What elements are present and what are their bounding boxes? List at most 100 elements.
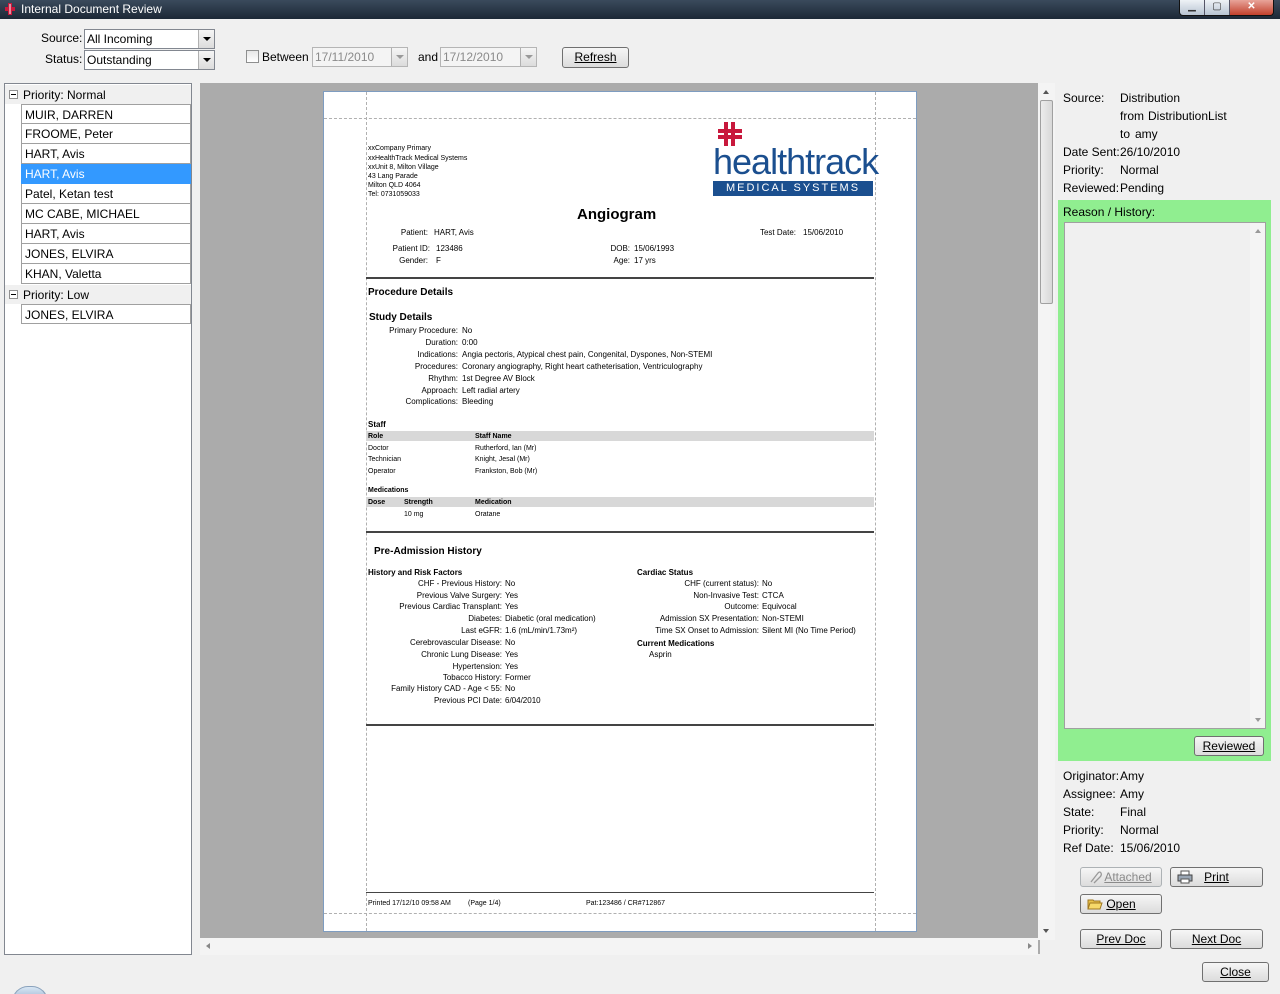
chevron-down-icon[interactable]: [391, 48, 407, 66]
attached-button[interactable]: Attached: [1080, 867, 1162, 887]
scroll-down-icon[interactable]: [1255, 718, 1261, 722]
footer-page: (Page 1/4): [468, 900, 501, 907]
refresh-button-label: Refresh: [574, 50, 617, 64]
study-value: Bleeding: [462, 397, 494, 406]
collapse-icon[interactable]: [9, 90, 18, 99]
attached-button-label: Attached: [1104, 870, 1152, 884]
margin-guide: [324, 913, 916, 914]
viewer-horizontal-scrollbar[interactable]: [200, 938, 1038, 955]
print-button-label: Print: [1204, 870, 1229, 884]
company-line: xxUnit 8, Milton Village: [368, 164, 439, 171]
status-select[interactable]: Outstanding: [84, 50, 215, 70]
margin-guide: [366, 92, 367, 931]
list-item[interactable]: JONES, ELVIRA: [21, 304, 191, 324]
history-value: Diabetic (oral medication): [505, 614, 596, 623]
state-value: Final: [1120, 805, 1147, 819]
footer-printed: Printed 17/12/10 09:58 AM: [368, 900, 451, 907]
scroll-right-icon[interactable]: [1028, 943, 1032, 949]
start-orb-icon[interactable]: [12, 986, 48, 994]
list-item[interactable]: MC CABE, MICHAEL: [21, 204, 191, 224]
med-name: Oratane: [475, 511, 501, 518]
preadmission-heading: Pre-Admission History: [374, 546, 482, 557]
state-label: State:: [1063, 805, 1095, 819]
footer-pat: Pat:123486 / CR#712867: [586, 900, 666, 907]
cardiac-label: Outcome:: [724, 602, 759, 611]
scroll-up-icon[interactable]: [1043, 90, 1049, 94]
study-value: 0:00: [462, 338, 478, 347]
to-value: amy: [1135, 127, 1158, 141]
cardiac-value: Non-STEMI: [762, 614, 804, 623]
gender-label: Gender:: [399, 256, 428, 265]
priority2-label: Priority:: [1063, 823, 1104, 837]
list-item[interactable]: HART, Avis: [21, 144, 191, 164]
print-button[interactable]: Print: [1170, 867, 1263, 887]
list-item-selected[interactable]: HART, Avis: [21, 164, 191, 184]
scrollbar-thumb[interactable]: [1040, 100, 1053, 304]
close-button[interactable]: Close: [1202, 962, 1269, 982]
to-label: to: [1120, 127, 1131, 141]
cardiac-label: CHF (current status):: [684, 579, 759, 588]
history-value: No: [505, 579, 516, 588]
study-label: Complications:: [405, 397, 458, 406]
reason-history-panel: Reason / History: Reviewed: [1058, 200, 1271, 761]
group-header-normal[interactable]: Priority: Normal: [5, 85, 191, 104]
viewer-vertical-scrollbar[interactable]: [1038, 83, 1055, 940]
status-label: Status:: [45, 52, 83, 66]
staff-name: Frankston, Bob (Mr): [475, 468, 538, 475]
age-value: 17 yrs: [634, 256, 656, 265]
test-date-label: Test Date:: [759, 228, 796, 237]
minimize-button[interactable]: ▁: [1180, 0, 1205, 15]
source-detail-label: Source:: [1063, 91, 1105, 105]
prev-doc-button[interactable]: Prev Doc: [1080, 929, 1162, 949]
and-label: and: [418, 50, 439, 64]
chevron-down-icon[interactable]: [198, 30, 214, 48]
list-item[interactable]: JONES, ELVIRA: [21, 244, 191, 264]
group-header-low[interactable]: Priority: Low: [5, 285, 191, 304]
priority-label: Priority:: [1063, 163, 1104, 177]
procedure-details-heading: Procedure Details: [368, 287, 454, 298]
study-value: Angia pectoris, Atypical chest pain, Con…: [462, 350, 713, 359]
between-checkbox[interactable]: [246, 50, 259, 63]
scroll-down-icon[interactable]: [1043, 929, 1049, 933]
company-line: Milton QLD 4064: [368, 182, 421, 189]
status-select-value: Outstanding: [87, 53, 152, 67]
list-item[interactable]: HART, Avis: [21, 224, 191, 244]
ref-date-label: Ref Date:: [1063, 841, 1114, 855]
reason-textarea[interactable]: [1064, 222, 1266, 729]
date-to-value: 17/12/2010: [443, 50, 504, 64]
next-doc-button-label: Next Doc: [1191, 932, 1242, 946]
source-select-value: All Incoming: [87, 32, 153, 46]
company-line: Tel: 0731059033: [368, 191, 420, 198]
reason-scrollbar[interactable]: [1250, 223, 1265, 728]
list-item[interactable]: KHAN, Valetta: [21, 264, 191, 284]
source-select[interactable]: All Incoming: [84, 29, 215, 49]
scroll-left-icon[interactable]: [206, 943, 210, 949]
next-doc-button[interactable]: Next Doc: [1170, 929, 1263, 949]
section-divider: [366, 531, 874, 533]
chevron-down-icon[interactable]: [520, 48, 536, 66]
med-col-strength: Strength: [404, 499, 433, 506]
history-value: No: [505, 638, 516, 647]
collapse-icon[interactable]: [9, 290, 18, 299]
window-controls: ▁ ▢ ✕: [1179, 0, 1274, 16]
scroll-up-icon[interactable]: [1255, 229, 1261, 233]
list-item[interactable]: Patel, Ketan test: [21, 184, 191, 204]
staff-name: Knight, Jesal (Mr): [475, 456, 530, 463]
list-item[interactable]: FROOME, Peter: [21, 124, 191, 144]
list-item[interactable]: MUIR, DARREN: [21, 104, 191, 124]
chevron-down-icon[interactable]: [198, 51, 214, 69]
reviewed-button[interactable]: Reviewed: [1194, 736, 1264, 756]
date-from-value: 17/11/2010: [315, 50, 375, 64]
section-divider: [366, 277, 874, 279]
patient-value: HART, Avis: [434, 228, 474, 237]
open-button[interactable]: Open: [1080, 894, 1162, 914]
current-meds-heading: Current Medications: [637, 639, 715, 648]
close-window-button[interactable]: ✕: [1230, 0, 1273, 15]
date-to-picker[interactable]: 17/12/2010: [440, 47, 537, 67]
refresh-button[interactable]: Refresh: [562, 47, 629, 68]
age-label: Age:: [613, 256, 630, 265]
cardiac-label: Non-Invasive Test:: [693, 591, 759, 600]
date-from-picker[interactable]: 17/11/2010: [312, 47, 408, 67]
cardiac-label: Admission SX Presentation:: [659, 614, 759, 623]
maximize-button[interactable]: ▢: [1205, 0, 1230, 15]
